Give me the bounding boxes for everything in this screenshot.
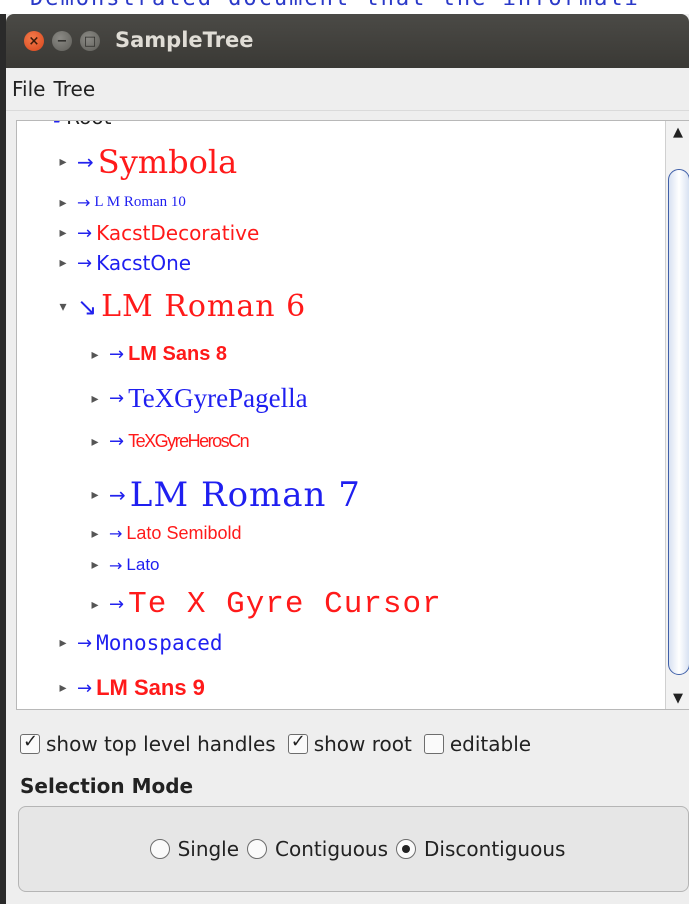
- tree-node[interactable]: ▸ → Monospaced: [53, 631, 223, 655]
- options-row: show top level handles show root editabl…: [6, 722, 689, 766]
- tree-node-label: KacstOne: [96, 251, 192, 275]
- tree-node-label: Lato: [126, 555, 160, 574]
- tree-node[interactable]: ▸ → TeXGyrePagella: [85, 383, 308, 414]
- scrollbar-thumb[interactable]: [668, 169, 689, 675]
- tree-node-label: Symbola: [97, 143, 238, 181]
- expand-toggle-icon[interactable]: ▾: [23, 121, 43, 125]
- show-root-checkbox[interactable]: [287, 731, 308, 754]
- show-handles-checkbox[interactable]: [20, 731, 40, 754]
- node-arrow-icon: →: [77, 252, 93, 274]
- menu-file[interactable]: File: [12, 77, 49, 101]
- collapse-toggle-icon[interactable]: ▸: [53, 255, 73, 271]
- tree-node-label: L M Roman 10: [94, 194, 186, 210]
- collapse-toggle-icon[interactable]: ▸: [85, 391, 105, 407]
- node-arrow-icon: →: [109, 594, 125, 615]
- tree-node[interactable]: ▸ → KacstDecorative: [53, 221, 259, 245]
- collapse-toggle-icon[interactable]: ▸: [85, 597, 105, 613]
- tree-node-label: LM Sans 8: [128, 343, 228, 365]
- maximize-window-button[interactable]: □: [80, 31, 100, 51]
- title-bar[interactable]: × − □ SampleTree: [6, 14, 689, 68]
- collapse-toggle-icon[interactable]: ▸: [53, 680, 73, 696]
- collapse-toggle-icon[interactable]: ▸: [85, 526, 105, 542]
- collapse-toggle-icon[interactable]: ▸: [53, 225, 73, 241]
- tree-node[interactable]: ▸ → Lato Semibold: [85, 523, 241, 544]
- tree-node-label: LM Roman 6: [101, 289, 307, 324]
- node-arrow-icon: →: [77, 193, 91, 212]
- tree-node[interactable]: ▸ → LM Roman 7: [85, 475, 361, 515]
- node-arrow-icon: →: [109, 524, 123, 543]
- node-arrow-icon: →: [77, 150, 94, 174]
- minimize-window-button[interactable]: −: [52, 31, 72, 51]
- scroll-up-arrow-icon[interactable]: ▲: [666, 121, 689, 143]
- collapse-toggle-icon[interactable]: ▸: [85, 557, 105, 573]
- scroll-down-arrow-icon[interactable]: ▼: [666, 687, 689, 709]
- show-handles-label: show top level handles: [46, 732, 276, 756]
- tree-node-label: TeXGyrePagella: [128, 383, 308, 413]
- collapse-toggle-icon[interactable]: ▸: [85, 347, 105, 363]
- tree-panel[interactable]: ▾ ↘ Root ▸ → Symbola ▸ → L M Roman 10 ▸ …: [16, 120, 689, 710]
- window-title: SampleTree: [115, 28, 254, 52]
- tree-node[interactable]: ▸ → TeXGyreHerosCn: [85, 431, 250, 452]
- node-arrow-icon: →: [109, 483, 126, 507]
- single-radio-label: Single: [177, 837, 240, 861]
- tree-node-label: LM Sans 9: [96, 675, 205, 700]
- collapse-toggle-icon[interactable]: ▸: [85, 434, 105, 450]
- tree-node[interactable]: ▸ → LM Sans 9: [53, 675, 205, 701]
- app-window: × − □ SampleTree File Tree ▾ ↘ Root ▸ → …: [6, 14, 689, 904]
- tree-node-expanded[interactable]: ▾ ↘ LM Roman 6: [53, 289, 306, 324]
- close-window-button[interactable]: ×: [24, 31, 44, 51]
- tree-node[interactable]: ▸ → Lato: [85, 555, 160, 575]
- collapse-toggle-icon[interactable]: ▸: [53, 154, 73, 170]
- background-text: Demonstrated document that the informati: [30, 0, 640, 11]
- selection-mode-group: Single Contiguous Discontiguous: [18, 806, 689, 892]
- tree-node[interactable]: ▸ → Symbola: [53, 143, 237, 181]
- tree-root-label: Root: [66, 121, 111, 129]
- collapse-toggle-icon[interactable]: ▸: [85, 487, 105, 503]
- expand-toggle-icon[interactable]: ▾: [53, 299, 73, 315]
- tree-node[interactable]: ▸ → L M Roman 10: [53, 193, 186, 212]
- tree-node-label: TeXGyreHerosCn: [128, 431, 250, 451]
- node-arrow-icon: →: [77, 677, 93, 699]
- discontiguous-radio-label: Discontiguous: [424, 837, 566, 861]
- contiguous-radio-label: Contiguous: [275, 837, 389, 861]
- node-arrow-icon: →: [77, 632, 93, 654]
- node-arrow-icon: →: [109, 388, 125, 409]
- node-arrow-icon: ↘: [47, 121, 62, 128]
- single-radio[interactable]: [149, 839, 170, 859]
- editable-label: editable: [449, 732, 532, 756]
- tree-node-label: Monospaced: [96, 631, 223, 655]
- tree-scrollbar[interactable]: ▲ ▼: [665, 121, 689, 709]
- menu-tree[interactable]: Tree: [49, 77, 99, 101]
- menu-bar: File Tree: [6, 68, 689, 111]
- tree-node-label: Lato Semibold: [126, 523, 242, 543]
- tree-node-label: Te X Gyre Cursor: [128, 587, 442, 622]
- discontiguous-radio[interactable]: [396, 839, 417, 859]
- selection-mode-title: Selection Mode: [20, 774, 194, 798]
- node-arrow-icon: →: [109, 555, 123, 575]
- contiguous-radio[interactable]: [247, 839, 268, 859]
- collapse-toggle-icon[interactable]: ▸: [53, 635, 73, 651]
- tree-node-label: LM Roman 7: [129, 475, 361, 515]
- node-arrow-icon: →: [109, 344, 125, 365]
- node-arrow-icon: →: [77, 222, 93, 244]
- editable-checkbox[interactable]: [423, 734, 444, 754]
- tree-node[interactable]: ▸ → KacstOne: [53, 251, 191, 275]
- tree-root-row[interactable]: ▾ ↘ Root: [23, 121, 111, 129]
- tree-node[interactable]: ▸ → Te X Gyre Cursor: [85, 587, 442, 622]
- node-arrow-icon: →: [109, 431, 125, 452]
- tree-node[interactable]: ▸ → LM Sans 8: [85, 343, 227, 366]
- tree-node-label: KacstDecorative: [96, 221, 260, 245]
- collapse-toggle-icon[interactable]: ▸: [53, 195, 73, 211]
- node-arrow-icon: ↘: [77, 292, 98, 321]
- show-root-label: show root: [313, 732, 412, 756]
- background-text-strip: Demonstrated document that the informati: [0, 0, 689, 14]
